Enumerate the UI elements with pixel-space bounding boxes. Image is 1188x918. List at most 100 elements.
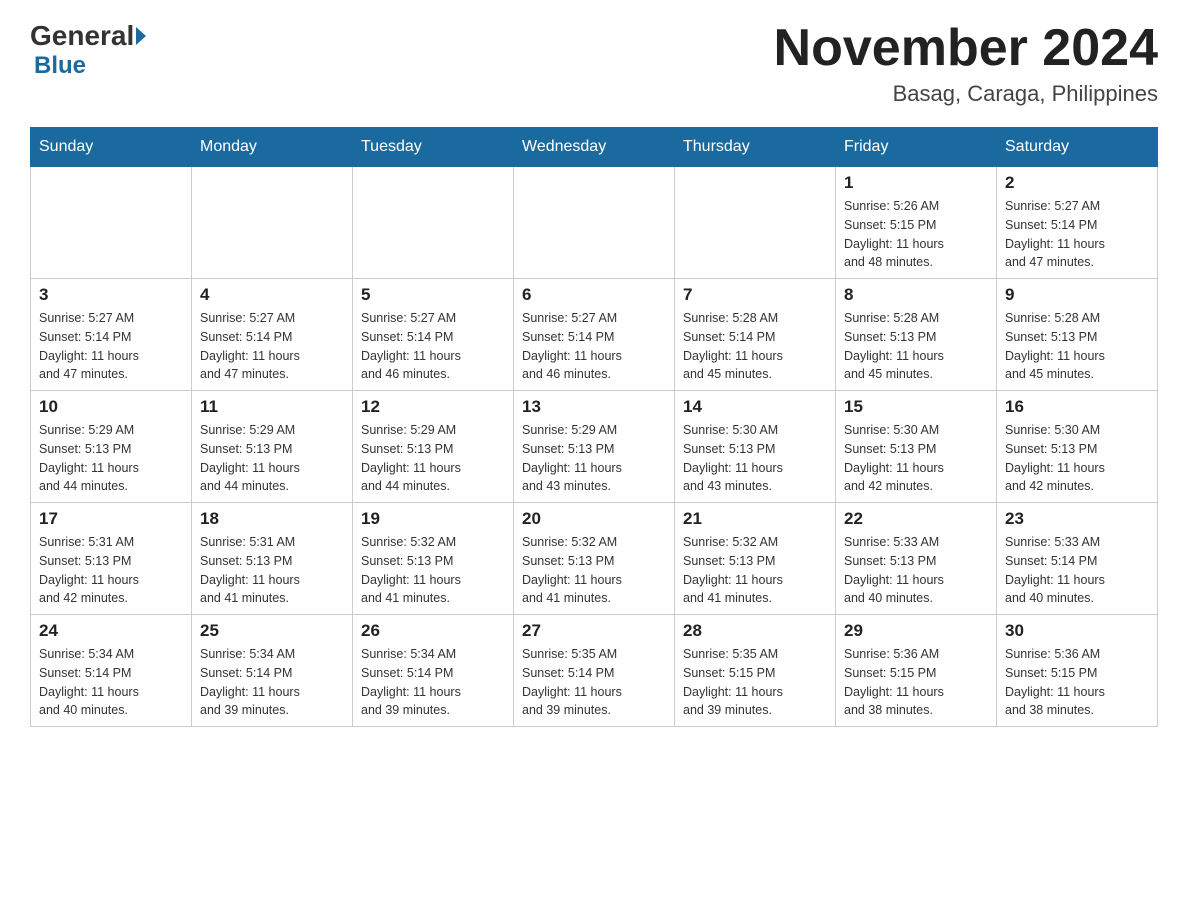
calendar-cell: 21 Sunrise: 5:32 AMSunset: 5:13 PMDayligh… [675,503,836,615]
calendar-cell: 25Sunrise: 5:34 AMSunset: 5:14 PMDayligh… [192,615,353,727]
calendar-cell: 4 Sunrise: 5:27 AMSunset: 5:14 PMDaylight… [192,279,353,391]
day-info: Sunrise: 5:32 AMSunset: 5:13 PMDaylight:… [361,533,505,608]
day-number: 7 [683,285,827,305]
calendar-cell: 13 Sunrise: 5:29 AMSunset: 5:13 PMDayligh… [514,391,675,503]
day-info: Sunrise: 5:36 AMSunset: 5:15 PMDaylight:… [1005,645,1149,720]
day-number: 8 [844,285,988,305]
calendar-cell [353,167,514,279]
day-number: 28 [683,621,827,641]
weekday-header-monday: Monday [192,128,353,167]
calendar-cell: 20 Sunrise: 5:32 AMSunset: 5:13 PMDayligh… [514,503,675,615]
calendar-cell: 17 Sunrise: 5:31 AMSunset: 5:13 PMDayligh… [31,503,192,615]
day-number: 3 [39,285,183,305]
calendar-cell: 28 Sunrise: 5:35 AMSunset: 5:15 PMDayligh… [675,615,836,727]
day-info: Sunrise: 5:28 AMSunset: 5:13 PMDaylight:… [1005,309,1149,384]
day-number: 14 [683,397,827,417]
week-row-2: 3 Sunrise: 5:27 AMSunset: 5:14 PMDaylight… [31,279,1158,391]
day-info: Sunrise: 5:33 AMSunset: 5:13 PMDaylight:… [844,533,988,608]
calendar-cell: 19 Sunrise: 5:32 AMSunset: 5:13 PMDayligh… [353,503,514,615]
week-row-4: 17 Sunrise: 5:31 AMSunset: 5:13 PMDayligh… [31,503,1158,615]
calendar-cell: 15 Sunrise: 5:30 AMSunset: 5:13 PMDayligh… [836,391,997,503]
day-info: Sunrise: 5:34 AMSunset: 5:14 PMDaylight:… [39,645,183,720]
day-info: Sunrise: 5:29 AMSunset: 5:13 PMDaylight:… [522,421,666,496]
calendar-cell: 2 Sunrise: 5:27 AMSunset: 5:14 PMDaylight… [997,167,1158,279]
page-header: General Blue November 2024 Basag, Caraga… [30,20,1158,107]
day-number: 19 [361,509,505,529]
day-number: 2 [1005,173,1149,193]
weekday-header-row: SundayMondayTuesdayWednesdayThursdayFrid… [31,128,1158,167]
day-number: 24 [39,621,183,641]
day-number: 20 [522,509,666,529]
day-info: Sunrise: 5:27 AMSunset: 5:14 PMDaylight:… [39,309,183,384]
day-info: Sunrise: 5:35 AMSunset: 5:15 PMDaylight:… [683,645,827,720]
calendar-cell: 14 Sunrise: 5:30 AMSunset: 5:13 PMDayligh… [675,391,836,503]
logo-blue-text: Blue [34,52,86,80]
weekday-header-sunday: Sunday [31,128,192,167]
calendar-cell: 5Sunrise: 5:27 AMSunset: 5:14 PMDaylight… [353,279,514,391]
day-number: 22 [844,509,988,529]
calendar-cell: 18 Sunrise: 5:31 AMSunset: 5:13 PMDayligh… [192,503,353,615]
day-number: 1 [844,173,988,193]
day-number: 9 [1005,285,1149,305]
calendar-cell [675,167,836,279]
day-number: 29 [844,621,988,641]
day-info: Sunrise: 5:28 AMSunset: 5:14 PMDaylight:… [683,309,827,384]
day-info: Sunrise: 5:30 AMSunset: 5:13 PMDaylight:… [1005,421,1149,496]
calendar-cell [192,167,353,279]
calendar-cell: 11 Sunrise: 5:29 AMSunset: 5:13 PMDayligh… [192,391,353,503]
day-info: Sunrise: 5:26 AMSunset: 5:15 PMDaylight:… [844,197,988,272]
day-number: 18 [200,509,344,529]
calendar-cell: 23Sunrise: 5:33 AMSunset: 5:14 PMDayligh… [997,503,1158,615]
day-number: 15 [844,397,988,417]
day-number: 27 [522,621,666,641]
calendar-cell: 3 Sunrise: 5:27 AMSunset: 5:14 PMDaylight… [31,279,192,391]
calendar-cell: 8 Sunrise: 5:28 AMSunset: 5:13 PMDaylight… [836,279,997,391]
day-number: 26 [361,621,505,641]
day-info: Sunrise: 5:29 AMSunset: 5:13 PMDaylight:… [361,421,505,496]
day-number: 5 [361,285,505,305]
title-area: November 2024 Basag, Caraga, Philippines [774,20,1158,107]
logo-arrow-icon [136,27,146,45]
calendar-cell [31,167,192,279]
month-title: November 2024 [774,20,1158,77]
day-number: 12 [361,397,505,417]
day-info: Sunrise: 5:32 AMSunset: 5:13 PMDaylight:… [683,533,827,608]
day-info: Sunrise: 5:29 AMSunset: 5:13 PMDaylight:… [200,421,344,496]
weekday-header-tuesday: Tuesday [353,128,514,167]
day-info: Sunrise: 5:33 AMSunset: 5:14 PMDaylight:… [1005,533,1149,608]
calendar-cell: 12 Sunrise: 5:29 AMSunset: 5:13 PMDayligh… [353,391,514,503]
weekday-header-saturday: Saturday [997,128,1158,167]
day-info: Sunrise: 5:34 AMSunset: 5:14 PMDaylight:… [200,645,344,720]
day-info: Sunrise: 5:27 AMSunset: 5:14 PMDaylight:… [1005,197,1149,272]
week-row-1: 1 Sunrise: 5:26 AMSunset: 5:15 PMDaylight… [31,167,1158,279]
weekday-header-wednesday: Wednesday [514,128,675,167]
day-info: Sunrise: 5:34 AMSunset: 5:14 PMDaylight:… [361,645,505,720]
calendar-cell: 10Sunrise: 5:29 AMSunset: 5:13 PMDayligh… [31,391,192,503]
calendar-cell: 27Sunrise: 5:35 AMSunset: 5:14 PMDayligh… [514,615,675,727]
day-info: Sunrise: 5:32 AMSunset: 5:13 PMDaylight:… [522,533,666,608]
day-number: 30 [1005,621,1149,641]
day-info: Sunrise: 5:31 AMSunset: 5:13 PMDaylight:… [39,533,183,608]
day-number: 16 [1005,397,1149,417]
calendar-table: SundayMondayTuesdayWednesdayThursdayFrid… [30,127,1158,727]
day-number: 13 [522,397,666,417]
day-info: Sunrise: 5:30 AMSunset: 5:13 PMDaylight:… [844,421,988,496]
calendar-cell: 29 Sunrise: 5:36 AMSunset: 5:15 PMDayligh… [836,615,997,727]
calendar-cell: 6Sunrise: 5:27 AMSunset: 5:14 PMDaylight… [514,279,675,391]
day-number: 4 [200,285,344,305]
calendar-cell: 26 Sunrise: 5:34 AMSunset: 5:14 PMDayligh… [353,615,514,727]
day-info: Sunrise: 5:36 AMSunset: 5:15 PMDaylight:… [844,645,988,720]
day-info: Sunrise: 5:27 AMSunset: 5:14 PMDaylight:… [200,309,344,384]
day-info: Sunrise: 5:28 AMSunset: 5:13 PMDaylight:… [844,309,988,384]
day-info: Sunrise: 5:29 AMSunset: 5:13 PMDaylight:… [39,421,183,496]
calendar-cell: 16 Sunrise: 5:30 AMSunset: 5:13 PMDayligh… [997,391,1158,503]
calendar-cell: 22 Sunrise: 5:33 AMSunset: 5:13 PMDayligh… [836,503,997,615]
day-number: 21 [683,509,827,529]
calendar-cell: 7 Sunrise: 5:28 AMSunset: 5:14 PMDaylight… [675,279,836,391]
day-number: 17 [39,509,183,529]
calendar-cell: 1 Sunrise: 5:26 AMSunset: 5:15 PMDaylight… [836,167,997,279]
day-info: Sunrise: 5:31 AMSunset: 5:13 PMDaylight:… [200,533,344,608]
day-number: 11 [200,397,344,417]
calendar-cell: 30 Sunrise: 5:36 AMSunset: 5:15 PMDayligh… [997,615,1158,727]
day-info: Sunrise: 5:30 AMSunset: 5:13 PMDaylight:… [683,421,827,496]
